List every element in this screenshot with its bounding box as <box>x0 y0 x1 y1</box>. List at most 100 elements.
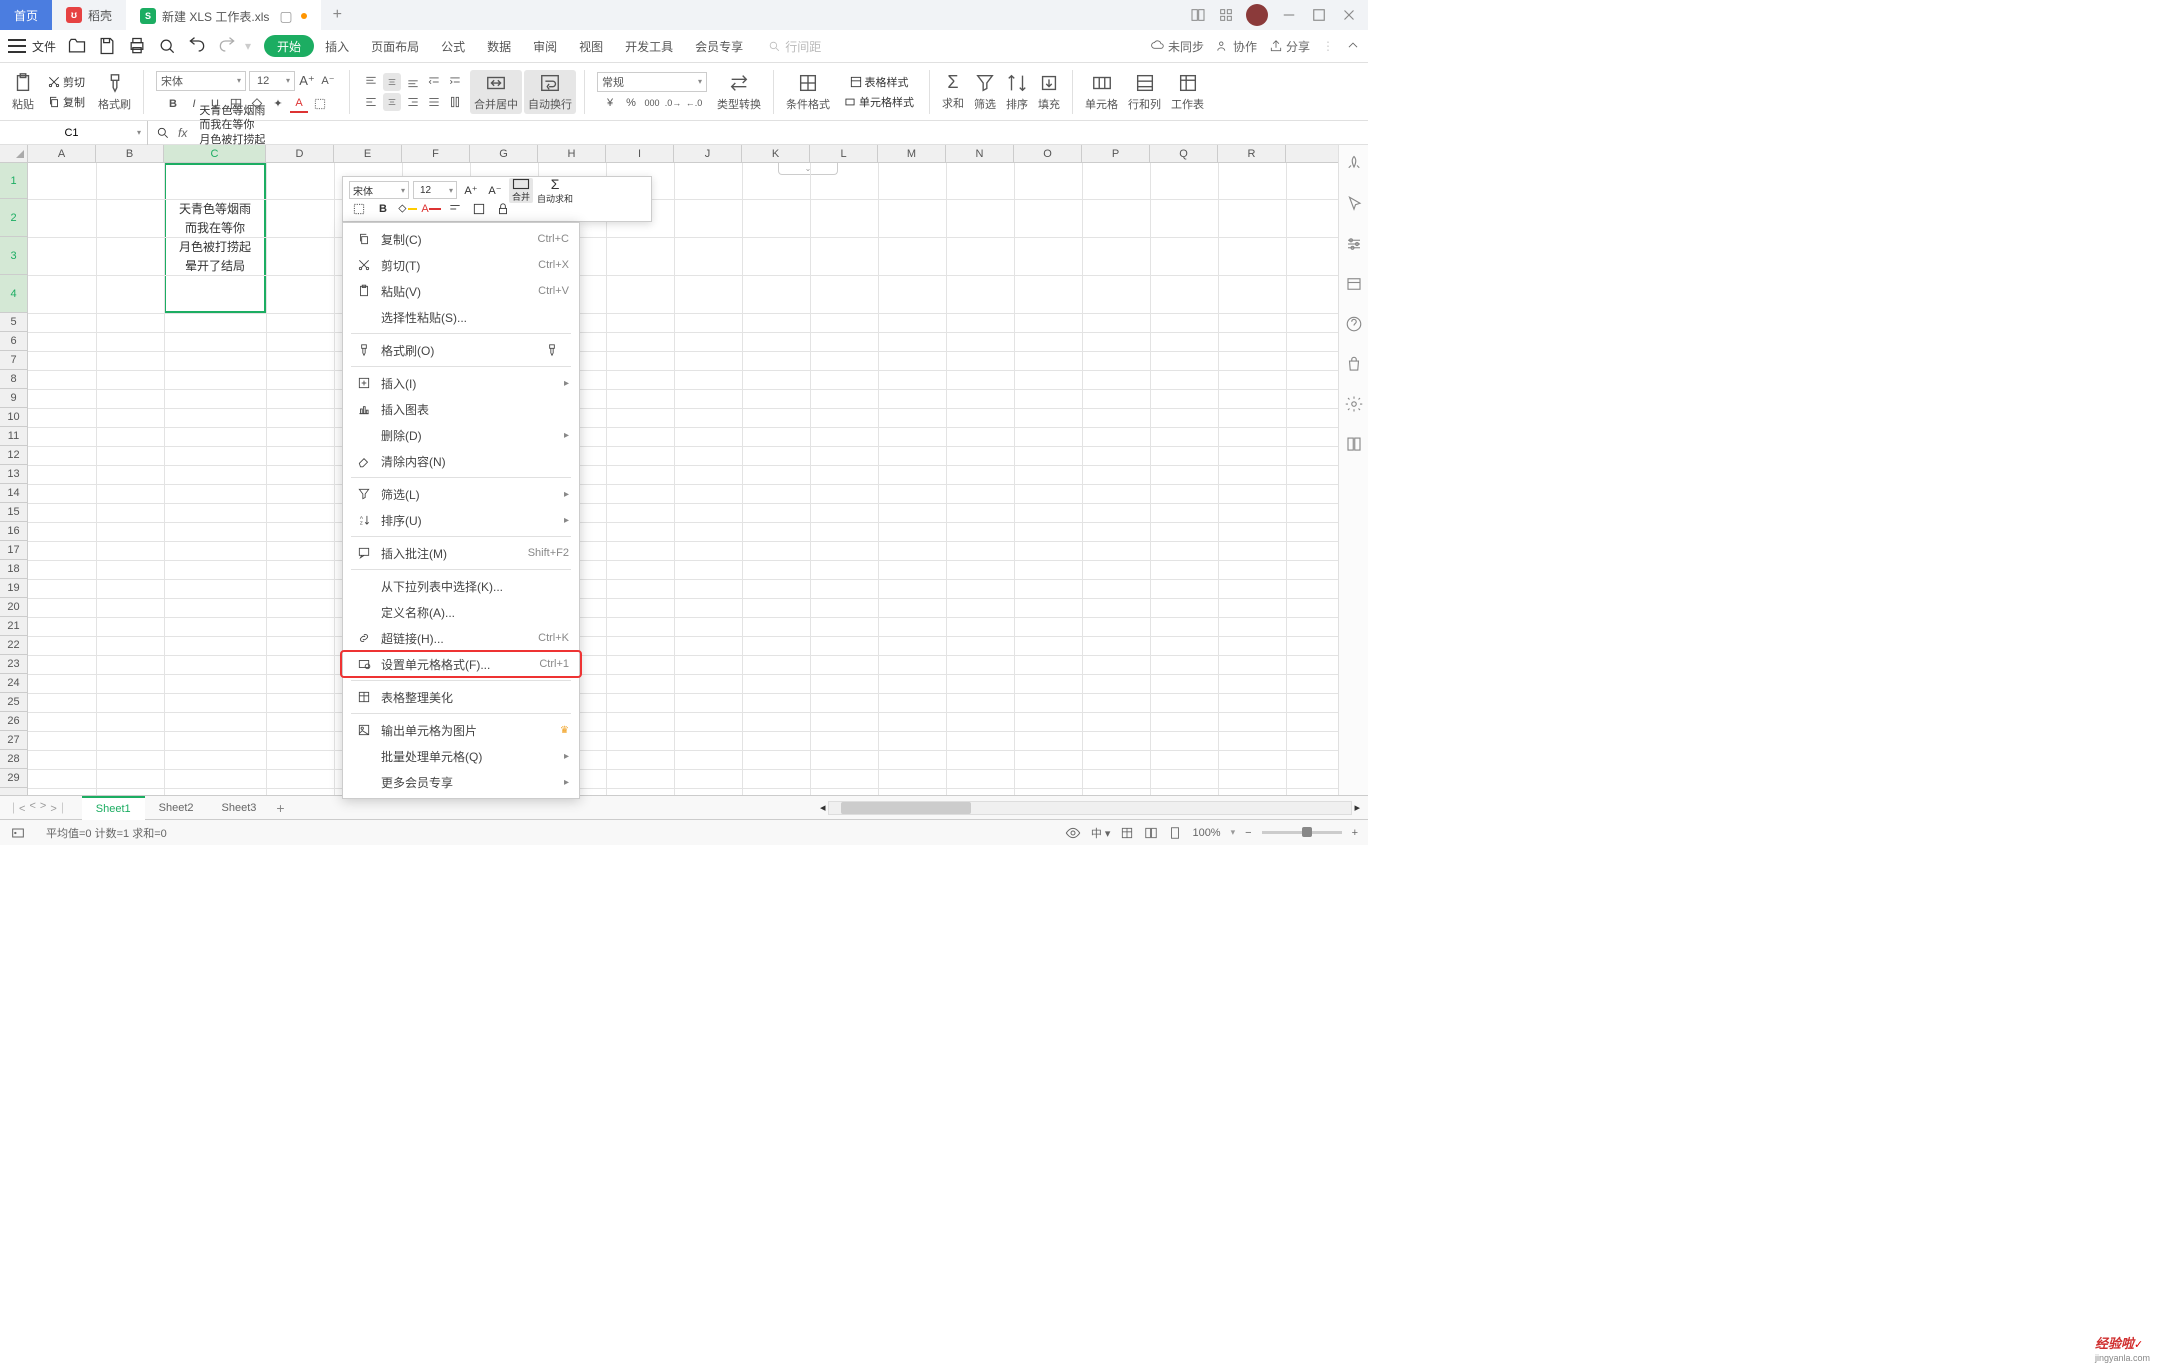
save-icon[interactable] <box>97 36 117 56</box>
row-8[interactable]: 8 <box>0 370 27 389</box>
font-select[interactable]: 宋体▾ <box>156 71 246 91</box>
indent-decrease-button[interactable] <box>425 73 443 91</box>
context-menu-item[interactable]: 从下拉列表中选择(K)... <box>343 573 579 599</box>
context-menu-item[interactable]: 更多会员专享▸ <box>343 769 579 795</box>
row-11[interactable]: 11 <box>0 427 27 446</box>
ribbon-tab-review[interactable]: 审阅 <box>522 30 568 63</box>
sheet-nav-prev[interactable]: < <box>29 800 35 816</box>
minimize-button[interactable] <box>1280 6 1298 24</box>
book-icon[interactable] <box>1345 435 1363 453</box>
context-menu-item[interactable]: AZ排序(U)▸ <box>343 507 579 533</box>
col-L[interactable]: L <box>810 145 878 162</box>
mini-border-button[interactable] <box>469 200 489 218</box>
context-menu-item[interactable]: 选择性粘贴(S)... <box>343 304 579 330</box>
row-24[interactable]: 24 <box>0 674 27 693</box>
align-bottom-button[interactable] <box>404 73 422 91</box>
scroll-right-button[interactable]: ▸ <box>1354 801 1360 814</box>
context-menu-item[interactable]: 批量处理单元格(Q)▸ <box>343 743 579 769</box>
col-E[interactable]: E <box>334 145 402 162</box>
paste-button[interactable]: 粘贴 <box>8 70 38 114</box>
col-A[interactable]: A <box>28 145 96 162</box>
list-icon[interactable] <box>1345 275 1363 293</box>
ribbon-tab-vip[interactable]: 会员专享 <box>684 30 754 63</box>
percent-button[interactable]: % <box>622 94 640 112</box>
mini-select-button[interactable] <box>349 200 369 218</box>
maximize-button[interactable] <box>1310 6 1328 24</box>
tab-add-button[interactable]: + <box>321 6 354 24</box>
sheet-nav-last[interactable]: >｜ <box>50 800 67 816</box>
collapse-ribbon-icon[interactable] <box>1346 39 1360 53</box>
view-normal-icon[interactable] <box>1120 826 1134 840</box>
row-4[interactable]: 4 <box>0 275 27 313</box>
user-avatar[interactable] <box>1246 4 1268 26</box>
font-color-button[interactable]: A <box>290 95 308 113</box>
mini-align-button[interactable] <box>445 200 465 218</box>
help-icon[interactable] <box>1345 315 1363 333</box>
encoding-button[interactable]: 中 ▾ <box>1091 825 1111 841</box>
context-menu-item[interactable]: 超链接(H)...Ctrl+K <box>343 625 579 651</box>
zoom-out-button[interactable]: − <box>1245 827 1251 839</box>
name-box-input[interactable] <box>6 127 137 139</box>
tab-home[interactable]: 首页 <box>0 0 52 30</box>
mini-merge-button[interactable]: 合并 <box>509 178 533 203</box>
share-button[interactable]: 分享 <box>1269 38 1310 55</box>
row-9[interactable]: 9 <box>0 389 27 408</box>
hamburger-icon[interactable] <box>8 39 26 53</box>
cells-grid[interactable]: 天青色等烟雨而我在等你月色被打捞起晕开了结局 ⌄ <box>28 163 1338 795</box>
status-icon[interactable] <box>10 825 26 841</box>
fx-icon[interactable]: fx <box>178 126 187 140</box>
sheet-tab-2[interactable]: Sheet2 <box>145 796 208 820</box>
rocket-icon[interactable] <box>1345 155 1363 173</box>
mini-font-select[interactable]: 宋体▾ <box>349 181 409 199</box>
context-menu-item[interactable]: 复制(C)Ctrl+C <box>343 226 579 252</box>
scroll-left-button[interactable]: ◂ <box>820 801 826 814</box>
col-C[interactable]: C <box>164 145 266 162</box>
ribbon-tab-formula[interactable]: 公式 <box>430 30 476 63</box>
menubar-search[interactable]: 行间距 <box>768 38 821 55</box>
row-12[interactable]: 12 <box>0 446 27 465</box>
name-box[interactable]: ▾ <box>0 121 148 145</box>
mini-lock-button[interactable] <box>493 200 513 218</box>
context-menu-item[interactable]: 清除内容(N) <box>343 448 579 474</box>
ribbon-tab-insert[interactable]: 插入 <box>314 30 360 63</box>
row-1[interactable]: 1 <box>0 163 27 199</box>
ribbon-tab-start[interactable]: 开始 <box>264 35 314 57</box>
select-all-corner[interactable] <box>0 145 28 163</box>
copy-button[interactable]: 复制 <box>44 93 88 111</box>
row-27[interactable]: 27 <box>0 731 27 750</box>
layout-icon[interactable] <box>1190 7 1206 23</box>
align-right-button[interactable] <box>404 93 422 111</box>
zoom-slider[interactable] <box>1262 831 1342 834</box>
context-menu-item[interactable]: 格式刷(O) <box>343 337 579 363</box>
decrease-decimal-button[interactable]: ←.0 <box>685 94 703 112</box>
ribbon-tab-view[interactable]: 视图 <box>568 30 614 63</box>
context-menu-item[interactable]: 定义名称(A)... <box>343 599 579 625</box>
mini-decrease-font[interactable]: A⁻ <box>485 181 505 199</box>
print-icon[interactable] <box>127 36 147 56</box>
format-painter-button[interactable]: 格式刷 <box>94 70 135 114</box>
scroll-track[interactable] <box>828 801 1353 815</box>
row-21[interactable]: 21 <box>0 617 27 636</box>
collab-button[interactable]: 协作 <box>1216 38 1257 55</box>
context-menu-item[interactable]: 插入批注(M)Shift+F2 <box>343 540 579 566</box>
context-menu-item[interactable]: 粘贴(V)Ctrl+V <box>343 278 579 304</box>
currency-button[interactable]: ¥ <box>601 94 619 112</box>
tab-docker[interactable]: ʊ稻壳 <box>52 0 126 30</box>
ribbon-tab-data[interactable]: 数据 <box>476 30 522 63</box>
context-menu-item[interactable]: 插入图表 <box>343 396 579 422</box>
bag-icon[interactable] <box>1345 355 1363 373</box>
bold-button[interactable]: B <box>164 95 182 113</box>
view-layout-icon[interactable] <box>1144 826 1158 840</box>
horizontal-scrollbar[interactable]: ◂ ▸ <box>820 801 1360 815</box>
row-18[interactable]: 18 <box>0 560 27 579</box>
sheet-nav-next[interactable]: > <box>40 800 46 816</box>
row-7[interactable]: 7 <box>0 351 27 370</box>
row-15[interactable]: 15 <box>0 503 27 522</box>
undo-icon[interactable] <box>187 36 207 56</box>
col-J[interactable]: J <box>674 145 742 162</box>
settings-icon[interactable] <box>1345 235 1363 253</box>
col-G[interactable]: G <box>470 145 538 162</box>
font-size-select[interactable]: 12▾ <box>249 71 295 91</box>
highlight-button[interactable] <box>311 95 329 113</box>
col-Q[interactable]: Q <box>1150 145 1218 162</box>
